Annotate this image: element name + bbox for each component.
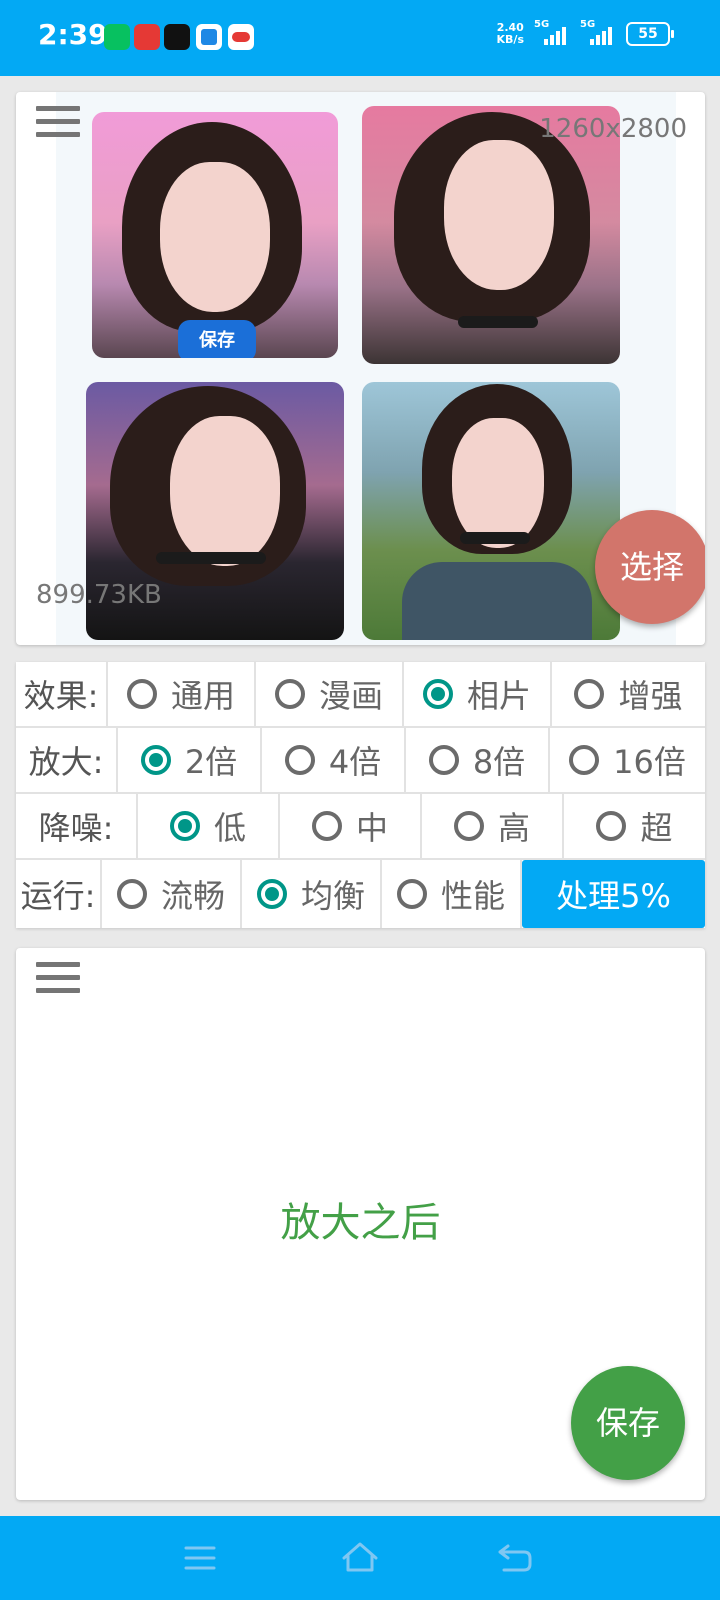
home-icon[interactable]: [338, 1538, 382, 1578]
denoise-option-high[interactable]: 高: [422, 794, 564, 858]
radio-icon: [569, 745, 600, 775]
tiktok-icon: [164, 24, 190, 50]
image-file-size: 899.73KB: [36, 580, 162, 610]
source-image-thumbnail: 保存: [92, 112, 338, 358]
source-image-thumbnail: [362, 106, 620, 364]
denoise-option-low[interactable]: 低: [138, 794, 280, 858]
run-option-smooth[interactable]: 流畅: [102, 860, 242, 928]
run-option-performance[interactable]: 性能: [382, 860, 522, 928]
signal-sim2-icon: 5G: [580, 19, 616, 45]
menu-icon[interactable]: [36, 962, 80, 998]
denoise-option-medium[interactable]: 中: [280, 794, 422, 858]
thumbnail-save-badge: 保存: [178, 320, 256, 358]
signal-sim1-icon: 5G: [534, 19, 570, 45]
status-bar: 2:39 2.40 KB/s 5G 5G 55: [0, 0, 720, 76]
battery-indicator: 55: [626, 22, 674, 46]
denoise-option-super[interactable]: 超: [564, 794, 705, 858]
radio-icon: [428, 745, 459, 775]
back-icon[interactable]: [494, 1538, 538, 1578]
effect-row: 效果: 通用 漫画 相片 增强: [16, 662, 705, 728]
effect-option-photo[interactable]: 相片: [404, 662, 552, 726]
run-label: 运行:: [16, 860, 102, 928]
input-preview-card[interactable]: 保存 1260x2800 899.73KB 选择: [16, 92, 705, 645]
radio-selected-icon: [256, 879, 287, 909]
run-option-balanced[interactable]: 均衡: [242, 860, 382, 928]
clock: 2:39: [38, 18, 108, 51]
menu-icon[interactable]: [36, 106, 80, 142]
effect-option-comic[interactable]: 漫画: [256, 662, 404, 726]
recent-apps-icon[interactable]: [178, 1538, 222, 1578]
net-speed: 2.40 KB/s: [496, 21, 524, 46]
radio-icon: [396, 879, 427, 909]
scale-row: 放大: 2倍 4倍 8倍 16倍: [16, 728, 705, 794]
source-image-thumbnail: [362, 382, 620, 640]
scale-option-2x[interactable]: 2倍: [118, 728, 262, 792]
effect-label: 效果:: [16, 662, 108, 726]
cloud-app-icon: [228, 24, 254, 50]
radio-icon: [126, 679, 157, 709]
radio-icon: [453, 811, 484, 841]
denoise-label: 降噪:: [16, 794, 138, 858]
radio-selected-icon: [140, 745, 171, 775]
radio-selected-icon: [169, 811, 200, 841]
scale-option-4x[interactable]: 4倍: [262, 728, 406, 792]
navigation-bar: [0, 1516, 720, 1600]
save-button[interactable]: 保存: [571, 1366, 685, 1480]
process-button[interactable]: 处理5%: [522, 860, 705, 928]
radio-icon: [311, 811, 342, 841]
app-icon: [196, 24, 222, 50]
radio-icon: [116, 879, 147, 909]
radio-icon: [596, 811, 627, 841]
scale-label: 放大:: [16, 728, 118, 792]
effect-option-general[interactable]: 通用: [108, 662, 256, 726]
select-image-button[interactable]: 选择: [595, 510, 705, 624]
effect-option-enhance[interactable]: 增强: [552, 662, 705, 726]
radio-icon: [284, 745, 315, 775]
radio-icon: [574, 679, 605, 709]
run-row: 运行: 流畅 均衡 性能 处理5%: [16, 860, 705, 928]
scale-option-8x[interactable]: 8倍: [406, 728, 550, 792]
scale-option-16x[interactable]: 16倍: [550, 728, 705, 792]
game-icon: [134, 24, 160, 50]
radio-selected-icon: [422, 679, 453, 709]
image-resolution: 1260x2800: [539, 114, 687, 144]
radio-icon: [274, 679, 305, 709]
result-card[interactable]: 放大之后 保存: [16, 948, 705, 1500]
result-placeholder: 放大之后: [280, 1200, 441, 1246]
denoise-row: 降噪: 低 中 高 超: [16, 794, 705, 860]
options-panel: 效果: 通用 漫画 相片 增强 放大: 2倍 4倍 8倍 16倍 降噪: 低 中…: [16, 662, 705, 928]
wechat-icon: [104, 24, 130, 50]
